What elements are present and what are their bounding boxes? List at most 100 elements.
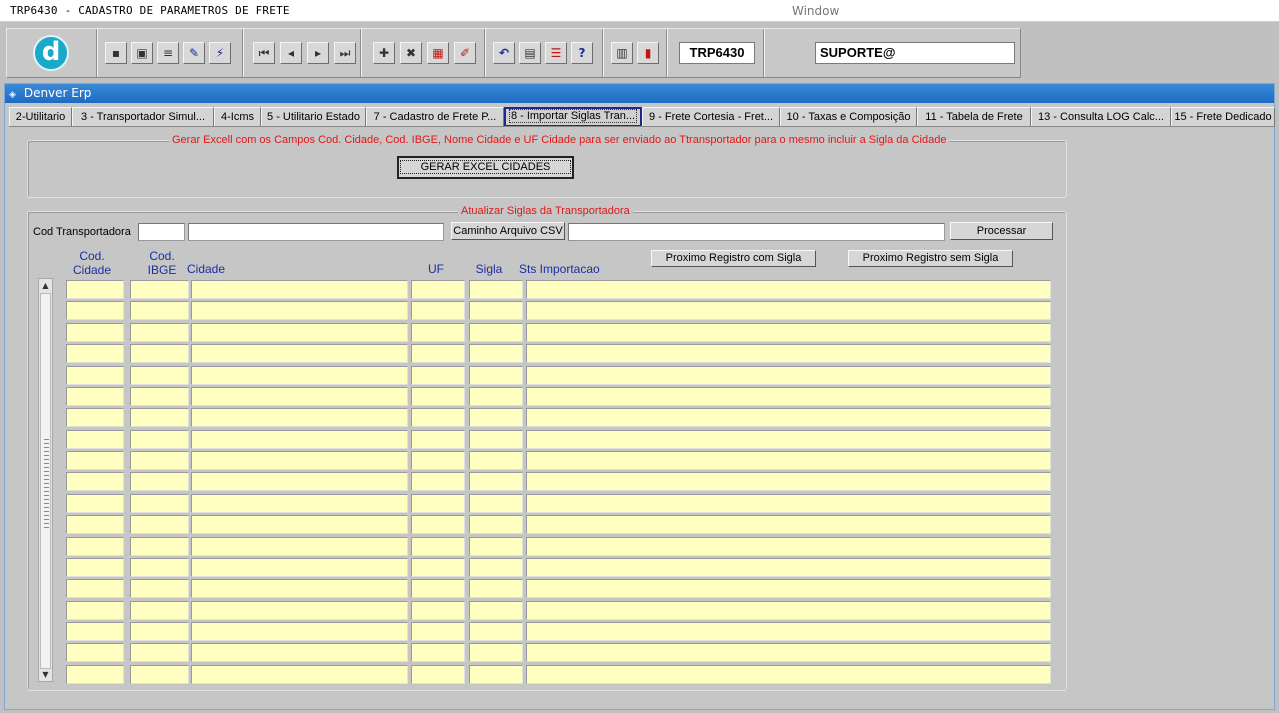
sts-importacao-cell[interactable]	[526, 323, 1051, 342]
cod-ibge-cell[interactable]	[130, 665, 189, 684]
uf-cell[interactable]	[411, 665, 465, 684]
scroll-thumb[interactable]	[40, 293, 51, 669]
cod-ibge-cell[interactable]	[130, 515, 189, 534]
edit-icon[interactable]: ✐	[454, 42, 476, 64]
cod-ibge-cell[interactable]	[130, 344, 189, 363]
cidade-cell[interactable]	[191, 643, 408, 662]
cod-ibge-cell[interactable]	[130, 643, 189, 662]
undo-icon[interactable]: ↶	[493, 42, 515, 64]
clear-icon[interactable]: ▦	[427, 42, 449, 64]
sts-importacao-cell[interactable]	[526, 280, 1051, 299]
first-record-icon[interactable]: ⏮	[253, 42, 275, 64]
uf-cell[interactable]	[411, 622, 465, 641]
sigla-cell[interactable]	[469, 665, 523, 684]
sigla-cell[interactable]	[469, 558, 523, 577]
cod-ibge-cell[interactable]	[130, 579, 189, 598]
caminho-arquivo-csv-button[interactable]: Caminho Arquivo CSV	[451, 222, 565, 240]
sigla-cell[interactable]	[469, 344, 523, 363]
execute-query-icon[interactable]: ⚡	[209, 42, 231, 64]
cod-cidade-cell[interactable]	[66, 323, 124, 342]
cod-cidade-cell[interactable]	[66, 472, 124, 491]
cod-ibge-cell[interactable]	[130, 558, 189, 577]
cod-cidade-cell[interactable]	[66, 387, 124, 406]
cod-cidade-cell[interactable]	[66, 643, 124, 662]
cidade-cell[interactable]	[191, 323, 408, 342]
cidade-cell[interactable]	[191, 515, 408, 534]
query-icon[interactable]: ✎	[183, 42, 205, 64]
cod-cidade-cell[interactable]	[66, 537, 124, 556]
tab-utilitario[interactable]: 2-Utilitario	[9, 107, 72, 126]
cod-ibge-cell[interactable]	[130, 601, 189, 620]
cidade-cell[interactable]	[191, 558, 408, 577]
save-icon[interactable]: ▪	[105, 42, 127, 64]
help-icon[interactable]: ?	[571, 42, 593, 64]
cidade-cell[interactable]	[191, 301, 408, 320]
scroll-up-icon[interactable]: ▲	[39, 279, 52, 292]
sigla-cell[interactable]	[469, 622, 523, 641]
tab-transportador-simul[interactable]: 3 - Transportador Simul...	[72, 107, 214, 126]
list-icon[interactable]: ☰	[545, 42, 567, 64]
sts-importacao-cell[interactable]	[526, 494, 1051, 513]
uf-cell[interactable]	[411, 494, 465, 513]
uf-cell[interactable]	[411, 387, 465, 406]
sts-importacao-cell[interactable]	[526, 601, 1051, 620]
tab-consulta-log[interactable]: 13 - Consulta LOG Calc...	[1031, 107, 1171, 126]
uf-cell[interactable]	[411, 430, 465, 449]
sts-importacao-cell[interactable]	[526, 344, 1051, 363]
cod-cidade-cell[interactable]	[66, 366, 124, 385]
cod-cidade-cell[interactable]	[66, 408, 124, 427]
sigla-cell[interactable]	[469, 472, 523, 491]
cidade-cell[interactable]	[191, 366, 408, 385]
sts-importacao-cell[interactable]	[526, 387, 1051, 406]
cod-cidade-cell[interactable]	[66, 601, 124, 620]
sts-importacao-cell[interactable]	[526, 579, 1051, 598]
gerar-excel-button[interactable]: GERAR EXCEL CIDADES	[397, 156, 574, 179]
last-record-icon[interactable]: ⏭	[334, 42, 356, 64]
uf-cell[interactable]	[411, 537, 465, 556]
cod-ibge-cell[interactable]	[130, 430, 189, 449]
grid-scrollbar[interactable]: ▲ ▼	[38, 278, 53, 682]
uf-cell[interactable]	[411, 601, 465, 620]
sigla-cell[interactable]	[469, 494, 523, 513]
previous-record-icon[interactable]: ◂	[280, 42, 302, 64]
cod-cidade-cell[interactable]	[66, 665, 124, 684]
cod-cidade-cell[interactable]	[66, 301, 124, 320]
sts-importacao-cell[interactable]	[526, 643, 1051, 662]
proximo-sem-sigla-button[interactable]: Proximo Registro sem Sigla	[848, 250, 1013, 267]
cod-cidade-cell[interactable]	[66, 451, 124, 470]
cidade-cell[interactable]	[191, 430, 408, 449]
cod-ibge-cell[interactable]	[130, 323, 189, 342]
uf-cell[interactable]	[411, 558, 465, 577]
tab-icms[interactable]: 4-Icms	[214, 107, 261, 126]
cod-ibge-cell[interactable]	[130, 472, 189, 491]
cod-cidade-cell[interactable]	[66, 558, 124, 577]
cod-cidade-cell[interactable]	[66, 344, 124, 363]
cod-ibge-cell[interactable]	[130, 280, 189, 299]
sts-importacao-cell[interactable]	[526, 301, 1051, 320]
uf-cell[interactable]	[411, 472, 465, 491]
cod-ibge-cell[interactable]	[130, 622, 189, 641]
scroll-down-icon[interactable]: ▼	[39, 668, 52, 681]
cod-ibge-cell[interactable]	[130, 537, 189, 556]
sts-importacao-cell[interactable]	[526, 515, 1051, 534]
tab-frete-cortesia[interactable]: 9 - Frete Cortesia - Fret...	[642, 107, 780, 126]
processar-button[interactable]: Processar	[950, 222, 1053, 240]
tab-frete-dedicado[interactable]: 15 - Frete Dedicado	[1171, 107, 1275, 126]
cod-cidade-cell[interactable]	[66, 430, 124, 449]
sigla-cell[interactable]	[469, 280, 523, 299]
sigla-cell[interactable]	[469, 323, 523, 342]
tab-cadastro-frete[interactable]: 7 - Cadastro de Frete P...	[366, 107, 504, 126]
delete-record-icon[interactable]: ✖	[400, 42, 422, 64]
insert-record-icon[interactable]: ✚	[373, 42, 395, 64]
sts-importacao-cell[interactable]	[526, 430, 1051, 449]
uf-cell[interactable]	[411, 643, 465, 662]
sts-importacao-cell[interactable]	[526, 451, 1051, 470]
tab-utilitario-estado[interactable]: 5 - Utilitario Estado	[261, 107, 366, 126]
uf-cell[interactable]	[411, 451, 465, 470]
transportadora-nome-input[interactable]	[188, 223, 444, 241]
uf-cell[interactable]	[411, 301, 465, 320]
exit-icon[interactable]: ▮	[637, 42, 659, 64]
print-preview-icon[interactable]: ▣	[131, 42, 153, 64]
caminho-arquivo-input[interactable]	[568, 223, 945, 241]
cidade-cell[interactable]	[191, 579, 408, 598]
